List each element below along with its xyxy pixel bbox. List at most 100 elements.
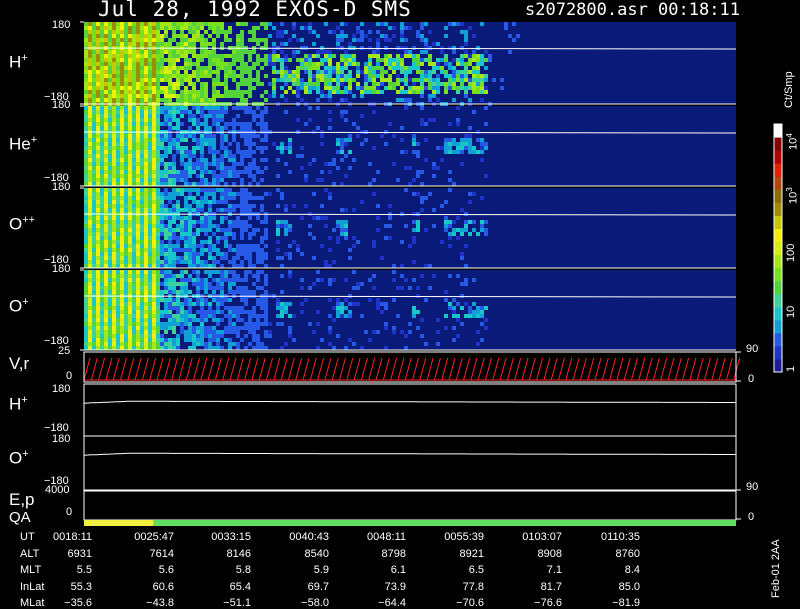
- spectrogram-cell: [252, 134, 256, 138]
- spectrogram-cell: [212, 326, 216, 330]
- spectrogram-cell: [120, 78, 124, 82]
- spectrogram-cell: [412, 212, 416, 216]
- spectrogram-cell: [264, 346, 268, 350]
- spectrogram-cell: [248, 264, 252, 268]
- spectrogram-cell: [316, 126, 320, 130]
- spectrogram-cell: [132, 216, 136, 220]
- spectrogram-cell: [180, 50, 184, 54]
- spectrogram-cell: [204, 220, 208, 224]
- spectrogram-cell: [296, 58, 300, 62]
- spectrogram-cell: [132, 240, 136, 244]
- spectrogram-cell: [220, 256, 224, 260]
- spectrogram-cell: [392, 270, 396, 274]
- spectrogram-cell: [192, 138, 196, 142]
- spectrogram-cell: [144, 90, 148, 94]
- spectrogram-cell: [440, 50, 444, 54]
- spectrogram-cell: [488, 58, 492, 62]
- spectrogram-cell: [172, 208, 176, 212]
- spectrogram-cell: [92, 50, 96, 54]
- spectrogram-cell: [156, 342, 160, 346]
- spectrogram-cell: [236, 334, 240, 338]
- spectrogram-cell: [388, 216, 392, 220]
- spectrogram-cell: [228, 150, 232, 154]
- spectrogram-cell: [100, 252, 104, 256]
- spectrogram-cell: [96, 306, 100, 310]
- spectrogram-cell: [84, 138, 88, 142]
- spectrogram-cell: [292, 338, 296, 342]
- spectrogram-cell: [224, 232, 228, 236]
- spectrogram-cell: [152, 50, 156, 54]
- spectrogram-cell: [124, 114, 128, 118]
- spectrogram-cell: [464, 138, 468, 142]
- spectrogram-cell: [120, 302, 124, 306]
- spectrogram-cell: [368, 66, 372, 70]
- spectrogram-cell: [100, 110, 104, 114]
- spectrogram-cell: [260, 346, 264, 350]
- spectrogram-cell: [468, 54, 472, 58]
- spectrogram-cell: [180, 138, 184, 142]
- spectrogram-cell: [236, 330, 240, 334]
- spectrogram-cell: [112, 252, 116, 256]
- spectrogram-cell: [160, 174, 164, 178]
- spectrogram-cell: [476, 74, 480, 78]
- spectrogram-cell: [132, 228, 136, 232]
- spectrogram-cell: [336, 314, 340, 318]
- spectrogram-cell: [84, 200, 88, 204]
- spectrogram-cell: [144, 232, 148, 236]
- spectrogram-cell: [232, 274, 236, 278]
- spectrogram-cell: [204, 118, 208, 122]
- spectrogram-cell: [88, 30, 92, 34]
- spectrogram-cell: [88, 114, 92, 118]
- spectrogram-cell: [200, 94, 204, 98]
- spectrogram-cell: [316, 270, 320, 274]
- spectrogram-cell: [340, 314, 344, 318]
- spectrogram-cell: [460, 146, 464, 150]
- spectrogram-cell: [168, 174, 172, 178]
- spectrogram-cell: [104, 118, 108, 122]
- spectrogram-cell: [160, 232, 164, 236]
- spectrogram-cell: [92, 314, 96, 318]
- spectrogram-cell: [468, 192, 472, 196]
- spectrogram-cell: [160, 322, 164, 326]
- spectrogram-cell: [120, 282, 124, 286]
- spectrogram-cell: [88, 34, 92, 38]
- spectrogram-cell: [108, 204, 112, 208]
- spectrogram-cell: [224, 216, 228, 220]
- spectrogram-cell: [124, 154, 128, 158]
- spectrogram-cell: [172, 62, 176, 66]
- spectrogram-cell: [448, 188, 452, 192]
- spectrogram-cell: [352, 244, 356, 248]
- spectrogram-cell: [112, 78, 116, 82]
- spectrogram-cell: [100, 188, 104, 192]
- spectrogram-cell: [312, 86, 316, 90]
- spectrogram-cell: [376, 228, 380, 232]
- spectrogram-cell: [216, 338, 220, 342]
- spectrogram-cell: [256, 58, 260, 62]
- spectrogram-cell: [216, 174, 220, 178]
- spectrogram-cell: [344, 154, 348, 158]
- spectrogram-cell: [148, 82, 152, 86]
- spectrogram-cell: [120, 330, 124, 334]
- spectrogram-cell: [204, 302, 208, 306]
- spectrogram-cell: [264, 110, 268, 114]
- spectrogram-cell: [88, 82, 92, 86]
- spectrogram-cell: [192, 170, 196, 174]
- spectrogram-cell: [172, 138, 176, 142]
- spectrogram-cell: [116, 200, 120, 204]
- spectrogram-cell: [364, 74, 368, 78]
- spectrogram-cell: [204, 54, 208, 58]
- spectrogram-cell: [116, 146, 120, 150]
- spectrogram-cell: [124, 244, 128, 248]
- spectrogram-cell: [88, 50, 92, 54]
- spectrogram-cell: [228, 286, 232, 290]
- spectrogram-cell: [132, 204, 136, 208]
- spectrogram-cell: [108, 188, 112, 192]
- spectrogram-cell: [264, 310, 268, 314]
- spectrogram-cell: [140, 114, 144, 118]
- spectrogram-cell: [340, 306, 344, 310]
- spectrogram-cell: [384, 34, 388, 38]
- spectrogram-cell: [248, 162, 252, 166]
- spectrogram-cell: [256, 146, 260, 150]
- spectrogram-cell: [92, 322, 96, 326]
- spectrogram-cell: [116, 78, 120, 82]
